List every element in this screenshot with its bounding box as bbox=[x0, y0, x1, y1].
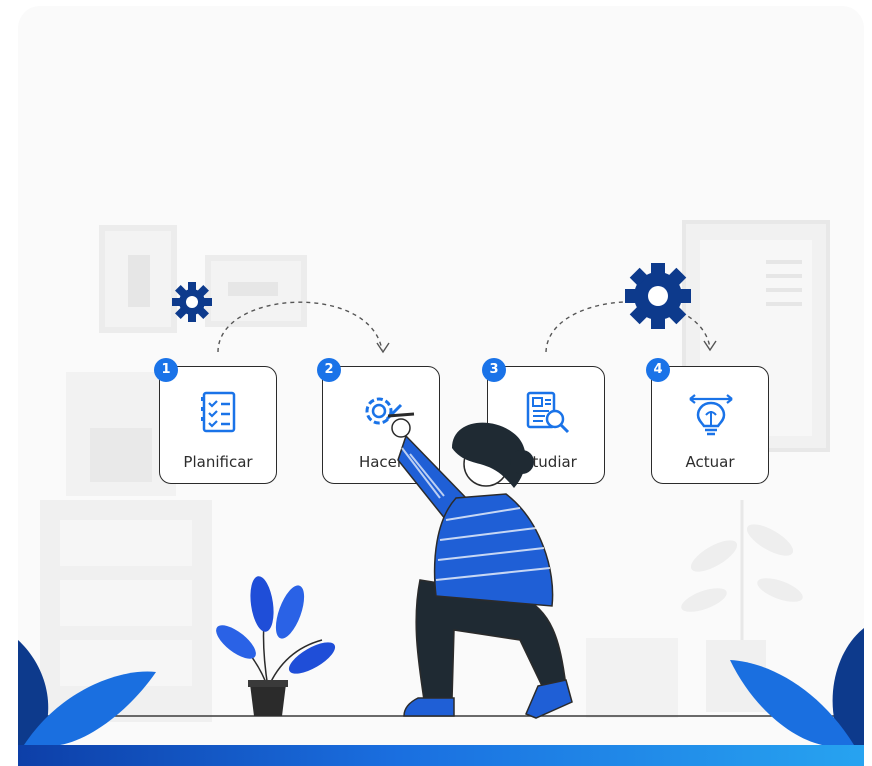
person-shoe-right bbox=[525, 679, 573, 719]
person-figure bbox=[387, 412, 573, 719]
person-shoe-left bbox=[403, 697, 455, 717]
footer-gradient-bar bbox=[18, 745, 864, 766]
marker-pen bbox=[387, 412, 415, 418]
person-hand bbox=[391, 418, 411, 438]
person-hair-bun bbox=[510, 450, 534, 474]
illustration-stage: 1 Planificar 2 Hacer 3 Estudiar 4 Actuar bbox=[0, 0, 872, 766]
